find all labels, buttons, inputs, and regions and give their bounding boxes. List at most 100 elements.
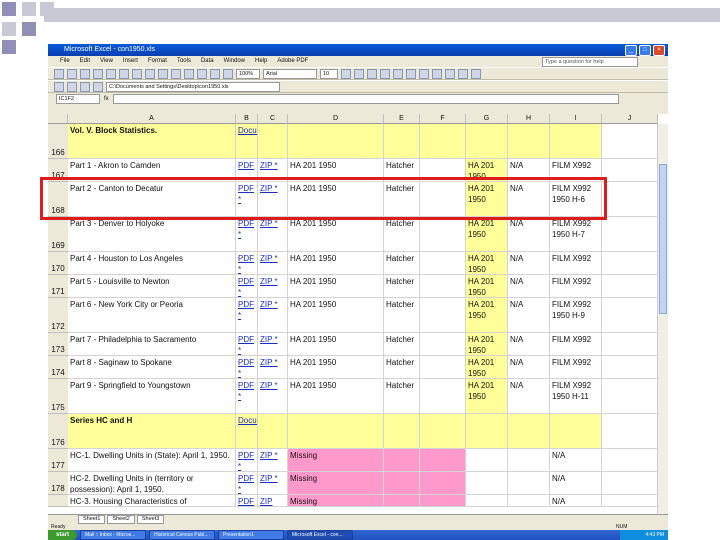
- cell-e177[interactable]: [384, 449, 420, 472]
- cell-i176[interactable]: [550, 414, 602, 449]
- cell-a167[interactable]: Part 1 - Akron to Camden: [68, 159, 236, 182]
- menu-format[interactable]: Format: [148, 56, 167, 67]
- cell-i166[interactable]: [550, 124, 602, 159]
- cell-glast[interactable]: [466, 495, 508, 507]
- cell-b174[interactable]: PDF *: [236, 356, 258, 379]
- cell-a177[interactable]: HC-1. Dwelling Units in (State): April 1…: [68, 449, 236, 472]
- cell-d177[interactable]: Missing: [288, 449, 384, 472]
- cell-c175[interactable]: ZIP *: [258, 379, 288, 414]
- cell-elast[interactable]: [384, 495, 420, 507]
- cell-j172[interactable]: [602, 298, 658, 333]
- cell-d168[interactable]: HA 201 1950: [288, 182, 384, 217]
- cell-c177[interactable]: ZIP *: [258, 449, 288, 472]
- cell-b171[interactable]: PDF *: [236, 275, 258, 298]
- open-icon[interactable]: [67, 68, 77, 79]
- cell-c171[interactable]: ZIP *: [258, 275, 288, 298]
- print-icon[interactable]: [93, 68, 103, 79]
- select-all-corner[interactable]: [48, 114, 68, 124]
- percent-icon[interactable]: [445, 68, 455, 79]
- cell-e167[interactable]: Hatcher: [384, 159, 420, 182]
- cell-i178[interactable]: N/A: [550, 472, 602, 495]
- cell-c170[interactable]: ZIP *: [258, 252, 288, 275]
- cell-f174[interactable]: [420, 356, 466, 379]
- cell-h168[interactable]: N/A: [508, 182, 550, 217]
- column-header-a[interactable]: A: [68, 114, 236, 124]
- merge-icon[interactable]: [419, 68, 429, 79]
- cell-f167[interactable]: [420, 159, 466, 182]
- taskbar-item-mail[interactable]: Mail :: Inbox - Micros...: [80, 530, 147, 540]
- cell-b178[interactable]: PDF *: [236, 472, 258, 495]
- cell-b170[interactable]: PDF *: [236, 252, 258, 275]
- row-header[interactable]: 174: [48, 356, 68, 379]
- bold-icon[interactable]: [341, 68, 351, 79]
- font-select[interactable]: Arial: [263, 68, 317, 79]
- cell-h176[interactable]: [508, 414, 550, 449]
- sheet-tab-3[interactable]: Sheet3: [136, 515, 165, 524]
- cell-e170[interactable]: Hatcher: [384, 252, 420, 275]
- cell-b167[interactable]: PDF: [236, 159, 258, 182]
- font-color-icon[interactable]: [471, 68, 481, 79]
- cell-d169[interactable]: HA 201 1950: [288, 217, 384, 252]
- sort-icon[interactable]: [210, 68, 220, 79]
- row-header[interactable]: 176: [48, 414, 68, 449]
- menu-edit[interactable]: Edit: [80, 56, 90, 67]
- menu-view[interactable]: View: [100, 56, 113, 67]
- cell-j173[interactable]: [602, 333, 658, 356]
- menu-help[interactable]: Help: [255, 56, 267, 67]
- start-button[interactable]: start: [48, 530, 78, 540]
- column-header-c[interactable]: C: [258, 114, 288, 124]
- cell-a178[interactable]: HC-2. Dwelling Units in (territory or po…: [68, 472, 236, 495]
- cell-b177[interactable]: PDF *: [236, 449, 258, 472]
- cell-g168[interactable]: HA 201 1950: [466, 182, 508, 217]
- row-header[interactable]: 169: [48, 217, 68, 252]
- row-header[interactable]: 177: [48, 449, 68, 472]
- taskbar-item-excel[interactable]: Microsoft Excel - con...: [287, 530, 354, 540]
- cell-f173[interactable]: [420, 333, 466, 356]
- cell-c167[interactable]: ZIP *: [258, 159, 288, 182]
- cut-icon[interactable]: [132, 68, 142, 79]
- paste-icon[interactable]: [158, 68, 168, 79]
- back-icon[interactable]: [54, 81, 64, 92]
- cell-f171[interactable]: [420, 275, 466, 298]
- cell-j175[interactable]: [602, 379, 658, 414]
- taskbar-item-presentation[interactable]: Presentation1: [218, 530, 285, 540]
- row-header[interactable]: [48, 495, 68, 507]
- menu-data[interactable]: Data: [201, 56, 214, 67]
- row-header[interactable]: 175: [48, 379, 68, 414]
- cell-g174[interactable]: HA 201 1950: [466, 356, 508, 379]
- save-icon[interactable]: [80, 68, 90, 79]
- cell-b172[interactable]: PDF *: [236, 298, 258, 333]
- close-button[interactable]: ×: [653, 45, 665, 56]
- cell-alast[interactable]: HC-3. Housing Characteristics of: [68, 495, 236, 507]
- cell-b168[interactable]: PDF *: [236, 182, 258, 217]
- cell-d171[interactable]: HA 201 1950: [288, 275, 384, 298]
- cell-f166[interactable]: [420, 124, 466, 159]
- cell-f172[interactable]: [420, 298, 466, 333]
- cell-j178[interactable]: [602, 472, 658, 495]
- cell-h169[interactable]: N/A: [508, 217, 550, 252]
- cell-j169[interactable]: [602, 217, 658, 252]
- cell-a175[interactable]: Part 9 - Springfield to Youngstown: [68, 379, 236, 414]
- undo-icon[interactable]: [171, 68, 181, 79]
- cell-d174[interactable]: HA 201 1950: [288, 356, 384, 379]
- cell-d166[interactable]: [288, 124, 384, 159]
- cell-e173[interactable]: Hatcher: [384, 333, 420, 356]
- cell-a172[interactable]: Part 6 - New York City or Peoria: [68, 298, 236, 333]
- row-header[interactable]: 170: [48, 252, 68, 275]
- cell-a176[interactable]: Series HC and H: [68, 414, 236, 449]
- help-search-input[interactable]: Type a question for help: [542, 57, 638, 67]
- cell-e172[interactable]: Hatcher: [384, 298, 420, 333]
- row-header[interactable]: 168: [48, 182, 68, 217]
- column-header-e[interactable]: E: [384, 114, 420, 124]
- align-right-icon[interactable]: [406, 68, 416, 79]
- column-header-f[interactable]: F: [420, 114, 466, 124]
- column-header-h[interactable]: H: [508, 114, 550, 124]
- row-header[interactable]: 167: [48, 159, 68, 182]
- cell-b176[interactable]: Documents: [236, 414, 258, 449]
- cell-e171[interactable]: Hatcher: [384, 275, 420, 298]
- fill-color-icon[interactable]: [458, 68, 468, 79]
- sheet-tab-1[interactable]: Sheet1: [78, 515, 106, 524]
- cell-b166[interactable]: Documents: [236, 124, 258, 159]
- maximize-button[interactable]: □: [639, 45, 651, 56]
- cell-j166[interactable]: [602, 124, 658, 159]
